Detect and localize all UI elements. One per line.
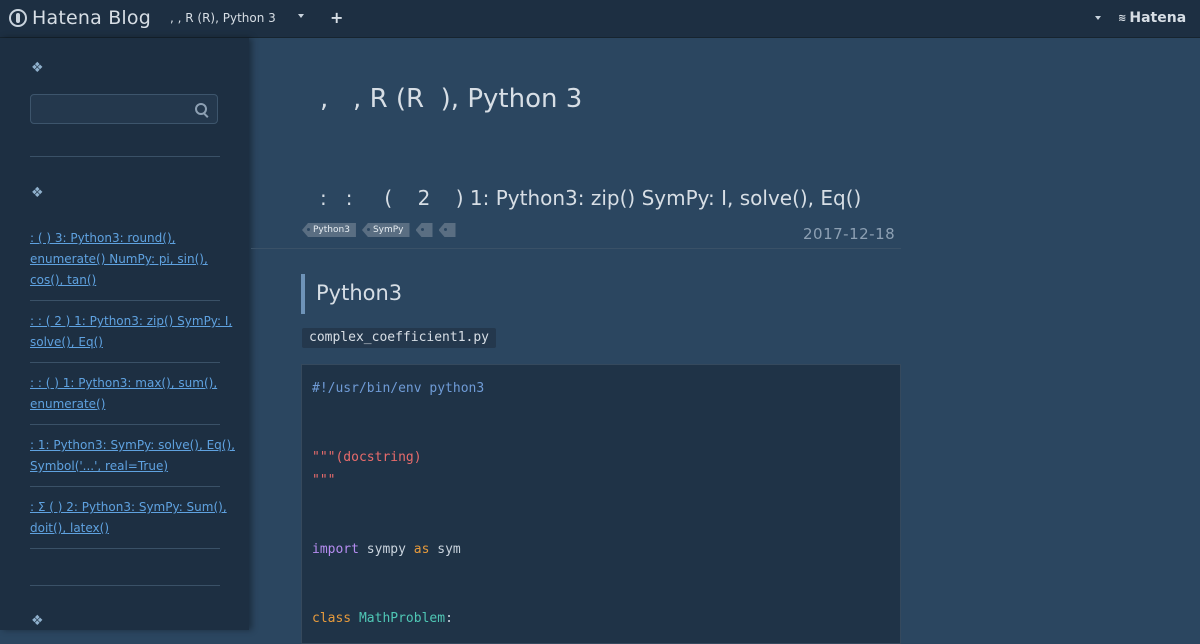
list-item: : : ( ) 1: Python3: max(), sum(), enumer… — [30, 373, 220, 425]
sidebar: ❖ ❖ : ( ) 3: Python3: round(), enumerate… — [0, 38, 249, 630]
entry-tags: Python3 SymPy — [302, 223, 456, 237]
search-box — [30, 94, 218, 124]
code-shebang: #!/usr/bin/env python3 — [312, 381, 485, 396]
hatena-blog-logo[interactable]: Hatena Blog — [9, 6, 151, 30]
search-input[interactable] — [37, 100, 191, 120]
decorative-diamond-icon: ❖ — [31, 185, 44, 201]
blog-title[interactable]: , , R (R ), Python 3 — [320, 84, 582, 114]
tag-3[interactable] — [415, 223, 433, 237]
decorative-diamond-icon: ❖ — [31, 60, 44, 76]
recent-entries-list: : ( ) 3: Python3: round(), enumerate() N… — [30, 228, 242, 559]
search-icon[interactable] — [195, 103, 207, 115]
tag-4[interactable] — [438, 223, 456, 237]
code-keyword: import — [312, 542, 359, 557]
code-text: sympy — [358, 542, 414, 557]
divider — [30, 585, 220, 586]
hatena-pen-icon — [9, 9, 27, 27]
recent-entry-link[interactable]: : ( ) 3: Python3: round(), enumerate() N… — [30, 228, 244, 291]
divider — [30, 156, 220, 157]
logo-text: Hatena Blog — [32, 7, 151, 29]
code-class-name: MathProblem — [358, 611, 446, 626]
hatena-wave-icon: ≋ — [1118, 12, 1127, 24]
code-text: : — [445, 611, 453, 626]
list-item: : Σ ( ) 2: Python3: SymPy: Sum(), doit()… — [30, 497, 227, 549]
recent-entry-link[interactable]: : : ( ) 1: Python3: max(), sum(), enumer… — [30, 373, 244, 415]
hatena-brand-link[interactable]: ≋ Hatena — [1118, 10, 1186, 26]
recent-entry-link[interactable]: : : ( 2 ) 1: Python3: zip() SymPy: I, so… — [30, 311, 244, 353]
top-navigation-bar: Hatena Blog , , R (R), Python 3 + ≋ Hate… — [0, 0, 1200, 38]
tag-python3[interactable]: Python3 — [302, 223, 356, 237]
brand-text: Hatena — [1129, 10, 1187, 26]
code-keyword: as — [413, 542, 430, 557]
code-keyword: class — [312, 611, 352, 626]
list-item: : ( ) 3: Python3: round(), enumerate() N… — [30, 228, 220, 301]
code-block: #!/usr/bin/env python3 """(docstring) ""… — [301, 364, 901, 644]
add-entry-button[interactable]: + — [330, 8, 343, 27]
list-item: : : ( 2 ) 1: Python3: zip() SymPy: I, so… — [30, 311, 232, 363]
code-docstring: """(docstring) — [312, 450, 422, 465]
code-docstring: """ — [312, 473, 336, 488]
code-text: sym — [429, 542, 461, 557]
chevron-down-icon[interactable] — [1095, 16, 1101, 20]
section-heading: Python3 — [301, 274, 402, 314]
entry-header-divider — [251, 248, 901, 249]
decorative-diamond-icon: ❖ — [31, 613, 44, 629]
recent-entry-link[interactable]: : 1: Python3: SymPy: solve(), Eq(), Symb… — [30, 435, 244, 477]
code-file-name: complex_coefficient1.py — [302, 328, 497, 348]
chevron-down-icon[interactable] — [298, 14, 304, 18]
blog-switcher[interactable]: , , R (R), Python 3 — [170, 11, 276, 25]
entry-title[interactable]: : : ( 2 ) 1: Python3: zip() SymPy: I, so… — [320, 186, 861, 210]
entry-date[interactable]: 2017-12-18 — [803, 225, 895, 243]
recent-entry-link[interactable]: : Σ ( ) 2: Python3: SymPy: Sum(), doit()… — [30, 497, 244, 539]
section-heading-text: Python3 — [316, 281, 403, 305]
tag-sympy[interactable]: SymPy — [361, 223, 410, 237]
list-item: : 1: Python3: SymPy: solve(), Eq(), Symb… — [30, 435, 235, 487]
